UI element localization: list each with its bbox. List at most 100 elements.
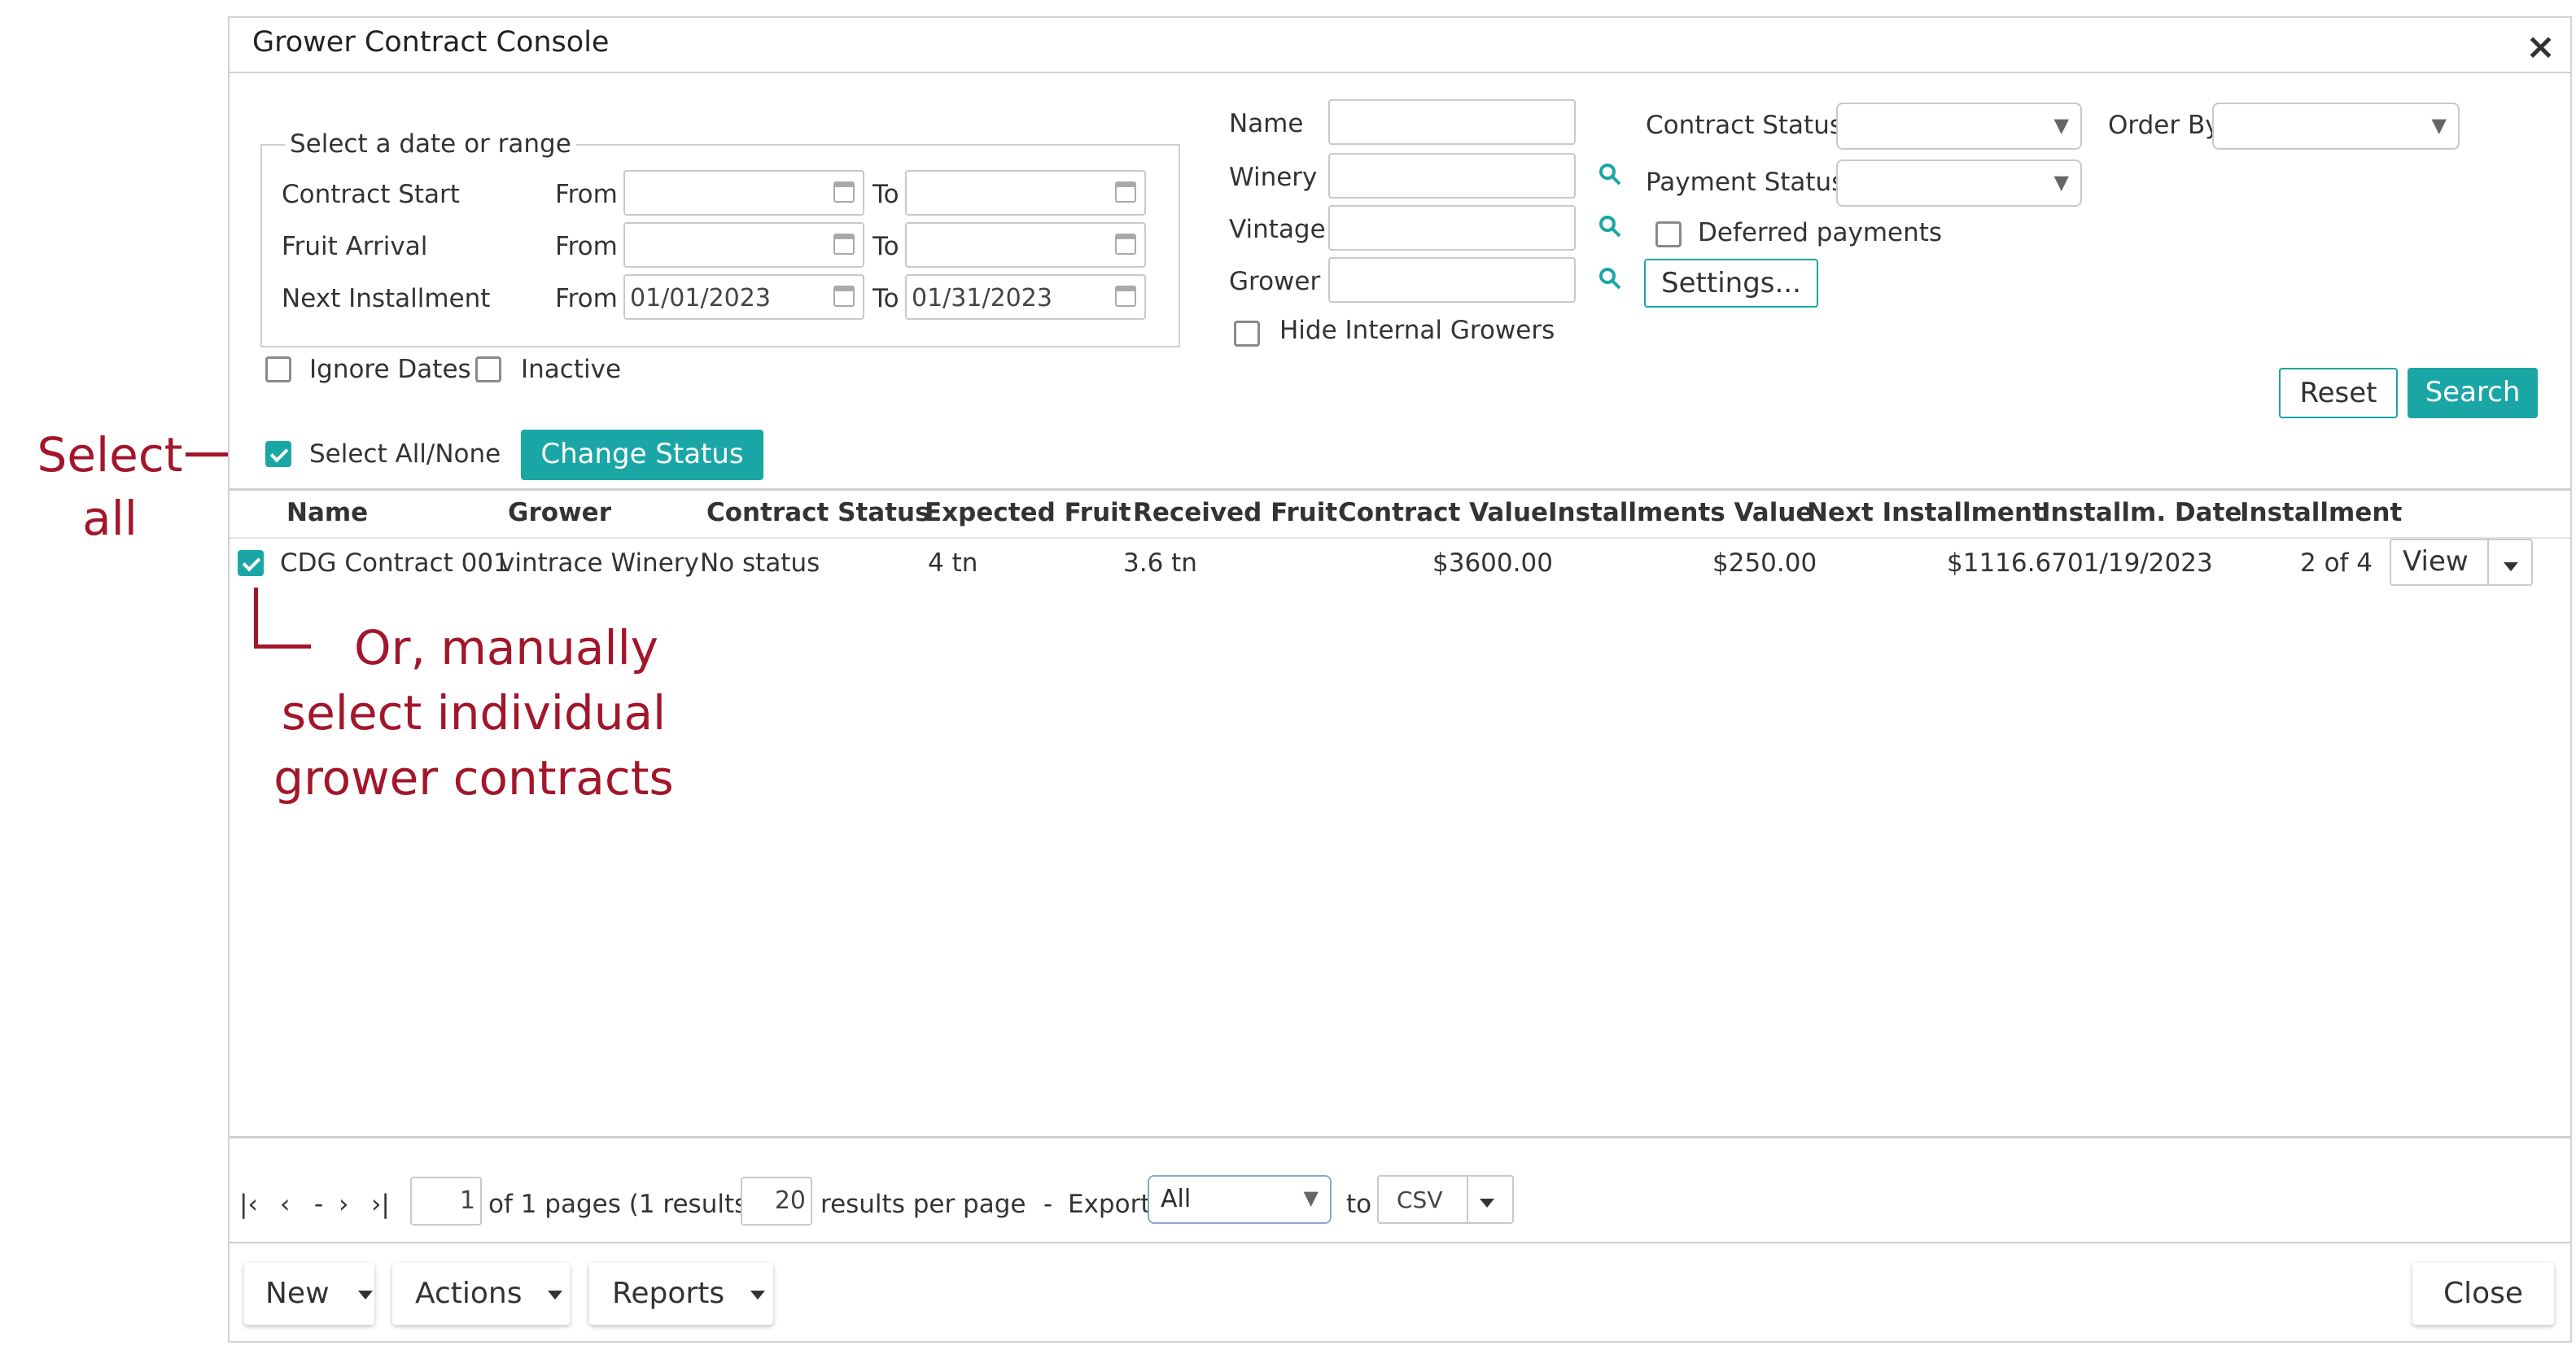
- contract-status-select[interactable]: ▼: [1836, 103, 2082, 150]
- export-scope-select[interactable]: All ▼: [1148, 1175, 1332, 1224]
- next-installment-from-value: 01/01/2023: [630, 284, 771, 312]
- column-header-received-fruit[interactable]: Received Fruit: [1133, 498, 1337, 527]
- actions-button[interactable]: Actions: [392, 1263, 570, 1325]
- winery-input[interactable]: [1328, 153, 1576, 199]
- export-label: Export: [1068, 1190, 1151, 1219]
- first-page-icon[interactable]: |‹: [239, 1190, 258, 1219]
- row-installment: 2 of 4: [2300, 548, 2373, 578]
- vintage-label: Vintage: [1229, 215, 1326, 244]
- next-installment-label: Next Installment: [282, 284, 491, 313]
- dropdown-arrow-icon: ▼: [2053, 114, 2069, 137]
- reset-button[interactable]: Reset: [2279, 368, 2398, 418]
- column-header-installm-date[interactable]: Installm. Date: [2041, 498, 2241, 527]
- contract-start-from-label: From: [555, 180, 618, 209]
- vintage-input[interactable]: [1328, 205, 1576, 251]
- reports-button-label: Reports: [612, 1277, 725, 1310]
- search-icon[interactable]: [1599, 215, 1621, 238]
- dialog-title: Grower Contract Console: [252, 26, 610, 59]
- export-dash: -: [1043, 1190, 1053, 1219]
- column-header-next-installment[interactable]: Next Installment: [1807, 498, 2045, 527]
- contract-start-to-input[interactable]: [905, 170, 1146, 216]
- row-select-checkbox[interactable]: [238, 550, 264, 576]
- column-header-expected-fruit[interactable]: Expected Fruit: [925, 498, 1131, 527]
- next-installment-to-input[interactable]: 01/31/2023: [905, 274, 1146, 320]
- calendar-icon[interactable]: [1115, 181, 1136, 203]
- previous-page-icon[interactable]: ‹: [280, 1190, 290, 1219]
- reports-button[interactable]: Reports: [589, 1263, 773, 1325]
- calendar-icon[interactable]: [833, 181, 855, 203]
- search-button[interactable]: Search: [2408, 368, 2538, 418]
- annotation-manual-connector-vertical: [254, 588, 258, 648]
- next-installment-from-input[interactable]: 01/01/2023: [623, 274, 864, 320]
- select-all-checkbox[interactable]: [265, 441, 291, 467]
- row-received-fruit: 3.6 tn: [1123, 548, 1197, 578]
- row-name: CDG Contract 001: [280, 548, 510, 578]
- annotation-select-all-line1: Select: [37, 427, 183, 483]
- table-header-divider: [230, 537, 2570, 539]
- name-input[interactable]: [1328, 99, 1576, 145]
- deferred-payments-checkbox[interactable]: [1655, 221, 1682, 247]
- actions-button-label: Actions: [415, 1277, 523, 1310]
- new-button-label: New: [265, 1277, 330, 1310]
- calendar-icon[interactable]: [1115, 286, 1136, 307]
- per-page-input[interactable]: 20: [741, 1177, 812, 1225]
- column-header-contract-status[interactable]: Contract Status: [706, 498, 930, 527]
- annotation-select-all: Select all: [33, 423, 187, 550]
- order-by-select[interactable]: ▼: [2212, 103, 2460, 150]
- inactive-checkbox[interactable]: [475, 356, 501, 382]
- calendar-icon[interactable]: [833, 286, 855, 307]
- per-page-value: 20: [774, 1186, 806, 1215]
- calendar-icon[interactable]: [833, 234, 855, 255]
- next-installment-from-label: From: [555, 284, 618, 313]
- chevron-down-icon[interactable]: [2504, 558, 2518, 574]
- calendar-icon[interactable]: [1115, 234, 1136, 255]
- row-installm-date: 01/19/2023: [2067, 548, 2213, 578]
- dropdown-arrow-icon: ▼: [2053, 171, 2069, 194]
- name-label: Name: [1229, 109, 1304, 138]
- column-header-name[interactable]: Name: [286, 498, 368, 527]
- row-installments-value: $250.00: [1712, 548, 1817, 578]
- close-icon[interactable]: ×: [2526, 26, 2556, 68]
- next-page-icon[interactable]: ›: [339, 1190, 348, 1219]
- annotation-manual-line3: grower contracts: [273, 750, 674, 806]
- export-format-select[interactable]: CSV: [1377, 1175, 1514, 1224]
- ignore-dates-checkbox[interactable]: [265, 356, 291, 382]
- table-top-divider: [230, 488, 2570, 491]
- fruit-arrival-from-label: From: [555, 232, 618, 261]
- view-button[interactable]: View: [2403, 545, 2469, 578]
- fruit-arrival-to-input[interactable]: [905, 222, 1146, 268]
- search-icon[interactable]: [1599, 267, 1621, 290]
- row-contract-value: $3600.00: [1432, 548, 1553, 578]
- next-installment-to-value: 01/31/2023: [912, 284, 1052, 312]
- hide-internal-growers-label: Hide Internal Growers: [1279, 316, 1555, 345]
- column-header-installments-value[interactable]: Installments Value: [1548, 498, 1813, 527]
- dialog-titlebar: Grower Contract Console ×: [230, 18, 2570, 73]
- fruit-arrival-from-input[interactable]: [623, 222, 864, 268]
- chevron-down-icon[interactable]: [1480, 1195, 1494, 1210]
- next-installment-to-label: To: [873, 284, 899, 313]
- payment-status-select[interactable]: ▼: [1836, 159, 2082, 207]
- pager-dash: -: [314, 1190, 324, 1219]
- column-header-contract-value[interactable]: Contract Value: [1338, 498, 1548, 527]
- winery-label: Winery: [1229, 163, 1318, 192]
- new-button[interactable]: New: [244, 1263, 374, 1325]
- row-contract-status: No status: [700, 548, 820, 578]
- fruit-arrival-label: Fruit Arrival: [282, 232, 428, 261]
- row-grower: vintrace Winery: [500, 548, 699, 578]
- column-header-installment[interactable]: Installment: [2240, 498, 2402, 527]
- change-status-button[interactable]: Change Status: [521, 430, 763, 480]
- chevron-down-icon: [750, 1290, 765, 1300]
- hide-internal-growers-checkbox[interactable]: [1234, 321, 1260, 347]
- row-view-split-button[interactable]: View: [2390, 539, 2533, 586]
- column-header-grower[interactable]: Grower: [508, 498, 611, 527]
- select-all-label: Select All/None: [309, 439, 501, 469]
- search-icon[interactable]: [1599, 163, 1621, 186]
- settings-button[interactable]: Settings...: [1644, 259, 1818, 308]
- date-range-fieldset: Select a date or range Contract Start Fr…: [260, 129, 1180, 347]
- grower-input[interactable]: [1328, 257, 1576, 303]
- contract-start-from-input[interactable]: [623, 170, 864, 216]
- page-number-input[interactable]: 1: [410, 1177, 482, 1225]
- annotation-manual-line1: Or, manually: [353, 620, 659, 675]
- last-page-icon[interactable]: ›|: [371, 1190, 390, 1219]
- close-button[interactable]: Close: [2412, 1263, 2554, 1325]
